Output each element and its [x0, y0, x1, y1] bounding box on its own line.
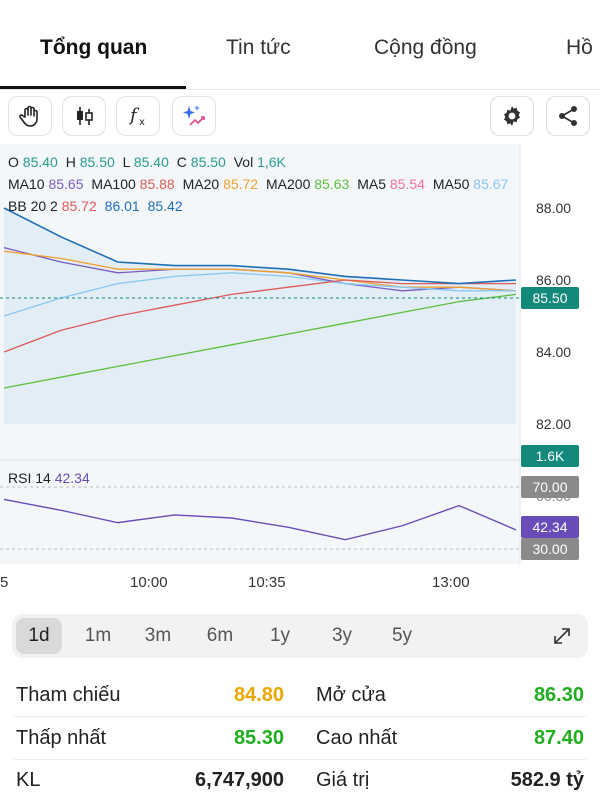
ohlc-low-value: 85.40 — [133, 154, 169, 170]
time-tick: 10:35 — [248, 574, 286, 591]
ma5-value: 85.54 — [389, 176, 425, 192]
price-tick: 84.00 — [536, 344, 572, 360]
range-6m[interactable]: 6m — [198, 614, 242, 658]
ohlc-high-value: 85.50 — [79, 154, 115, 170]
ma100-value: 85.88 — [139, 176, 175, 192]
tab-community[interactable]: Cộng đồng — [374, 36, 477, 60]
stats-row-2: Thấp nhất 85.30 Cao nhất 87.40 — [0, 715, 600, 759]
active-tab-indicator — [0, 86, 186, 89]
ma200-value: 85.63 — [314, 176, 350, 192]
ohlc-open-value: 85.40 — [22, 154, 58, 170]
range-3m[interactable]: 3m — [136, 614, 180, 658]
chart-settings-button[interactable] — [490, 96, 534, 136]
ma50-value: 85.67 — [473, 176, 509, 192]
tab-profile[interactable]: Hồ — [566, 36, 593, 60]
ohlc-high-label: H — [65, 154, 76, 170]
bb-mid-value: 86.01 — [104, 198, 140, 214]
ohlc-open-label: O — [8, 154, 19, 170]
expand-chart-button[interactable] — [542, 614, 582, 658]
ohlc-close-value: 85.50 — [190, 154, 226, 170]
ma200-label: MA200 — [266, 176, 311, 192]
ai-analysis-button[interactable] — [172, 96, 216, 136]
stats-row-1: Tham chiếu 84.80 Mở cửa 86.30 — [0, 672, 600, 716]
tab-bar: Tổng quan Tin tức Cộng đồng Hồ — [0, 0, 600, 90]
candlestick-button[interactable] — [62, 96, 106, 136]
price-tick: 88.00 — [536, 200, 572, 216]
reference-price-label: Tham chiếu — [16, 684, 121, 706]
ohlc-low-label: L — [122, 154, 130, 170]
ma100-label: MA100 — [91, 176, 136, 192]
function-icon: f x — [128, 105, 145, 128]
trade-value-label: Giá trị — [316, 769, 370, 791]
share-button[interactable] — [546, 96, 590, 136]
ma20-value: 85.72 — [223, 176, 259, 192]
ohlc-volume-value: 1,6K — [257, 154, 286, 170]
high-price-label: Cao nhất — [316, 727, 398, 749]
open-price-value: 86.30 — [533, 684, 584, 706]
hand-icon — [19, 105, 38, 127]
stats-row-3: KL 6,747,900 Giá trị 582.9 tỷ — [0, 757, 600, 800]
svg-text:x: x — [139, 117, 145, 128]
range-5y[interactable]: 5y — [380, 614, 424, 658]
ohlc-volume-label: Vol — [233, 154, 254, 170]
rsi-lower-badge: 30.00 — [521, 538, 579, 560]
range-1y[interactable]: 1y — [258, 614, 302, 658]
hand-tool-button[interactable] — [8, 96, 52, 136]
price-tick: 86.00 — [536, 272, 572, 288]
chart-toolbar: f x — [0, 96, 600, 140]
gear-icon — [504, 106, 520, 126]
ma-legend: MA10 85.65 MA100 85.88 MA20 85.72 MA200 … — [8, 176, 512, 192]
ma20-label: MA20 — [182, 176, 220, 192]
volume-value: 6,747,900 — [195, 769, 284, 791]
bb-legend: BB 20 2 85.72 86.01 85.42 — [8, 198, 187, 214]
price-chart[interactable]: O 85.40 H 85.50 L 85.40 C 85.50 Vol 1,6K… — [0, 144, 600, 600]
ohlc-close-label: C — [176, 154, 187, 170]
bb-label: BB 20 2 — [8, 198, 58, 214]
open-price-label: Mở cửa — [316, 684, 386, 706]
indicator-function-button[interactable]: f x — [116, 96, 160, 136]
volume-badge: 1.6K — [521, 445, 579, 467]
ma10-label: MA10 — [8, 176, 45, 192]
rsi-legend: RSI 14 42.34 — [8, 470, 94, 486]
range-1m[interactable]: 1m — [76, 614, 120, 658]
time-tick: 5 — [0, 574, 9, 591]
range-3y[interactable]: 3y — [320, 614, 364, 658]
ma10-value: 85.65 — [48, 176, 84, 192]
trade-value-value: 582.9 tỷ — [510, 769, 584, 791]
volume-label: KL — [16, 769, 41, 791]
ma50-label: MA50 — [432, 176, 470, 192]
high-price-value: 87.40 — [533, 727, 584, 749]
rsi-label: RSI 14 — [8, 470, 51, 486]
expand-icon — [554, 628, 570, 644]
bb-lower-value: 85.42 — [147, 198, 183, 214]
low-price-label: Thấp nhất — [16, 727, 107, 749]
current-price-badge: 85.50 — [521, 287, 579, 309]
rsi-upper-badge: 70.00 — [521, 476, 579, 498]
candlestick-icon — [77, 107, 93, 125]
rsi-value: 42.34 — [54, 470, 90, 486]
low-price-value: 85.30 — [233, 727, 284, 749]
time-range-selector: 1d 1m 3m 6m 1y 3y 5y — [12, 614, 588, 658]
bb-upper-value: 85.72 — [61, 198, 97, 214]
share-icon — [559, 106, 577, 126]
tab-overview[interactable]: Tổng quan — [40, 36, 147, 60]
ma5-label: MA5 — [357, 176, 386, 192]
time-tick: 13:00 — [432, 574, 470, 591]
rsi-current-badge: 42.34 — [521, 516, 579, 538]
tab-news[interactable]: Tin tức — [226, 36, 291, 60]
time-tick: 10:00 — [130, 574, 168, 591]
ai-sparkle-icon — [183, 105, 205, 126]
reference-price-value: 84.80 — [233, 684, 284, 706]
ohlc-legend: O 85.40 H 85.50 L 85.40 C 85.50 Vol 1,6K — [8, 154, 290, 170]
price-tick: 82.00 — [536, 416, 572, 432]
range-1d[interactable]: 1d — [16, 618, 62, 654]
